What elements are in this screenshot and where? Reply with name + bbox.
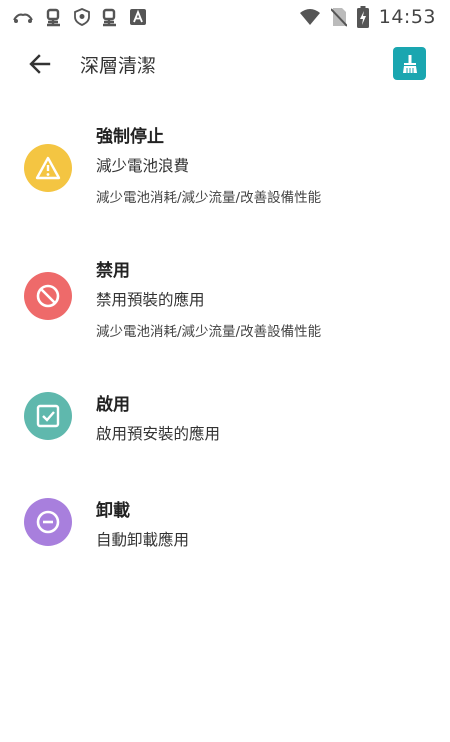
list-item-force-stop[interactable]: 強制停止 減少電池浪費 減少電池消耗/減少流量/改善設備性能: [0, 112, 450, 232]
item-icon-circle: [24, 392, 72, 440]
item-description: 減少電池消耗/減少流量/改善設備性能: [96, 190, 322, 206]
warning-triangle-icon: [35, 156, 61, 180]
item-subtitle: 禁用預裝的應用: [96, 291, 205, 309]
item-title: 強制停止: [96, 127, 164, 147]
status-bar: 14:53: [0, 0, 450, 34]
minus-circle-icon: [36, 510, 60, 534]
app-bar: 深層清潔: [0, 34, 450, 94]
item-title: 卸載: [96, 501, 130, 521]
shield-icon: [74, 8, 90, 26]
item-title: 啟用: [96, 395, 130, 415]
item-subtitle: 減少電池浪費: [96, 157, 190, 175]
list-item-disable[interactable]: 禁用 禁用預裝的應用 減少電池消耗/減少流量/改善設備性能: [0, 248, 450, 368]
keyboard-a-icon: [130, 9, 146, 25]
item-title: 禁用: [96, 261, 130, 281]
broom-clean-icon: [402, 54, 417, 73]
bug-icon: [44, 7, 64, 27]
item-icon-circle: [24, 144, 72, 192]
item-description: 減少電池消耗/減少流量/改善設備性能: [96, 324, 322, 340]
item-subtitle: 啟用預安裝的應用: [96, 425, 221, 443]
item-icon-circle: [24, 272, 72, 320]
list-item-enable[interactable]: 啟用 啟用預安裝的應用: [0, 384, 450, 474]
wifi-icon: [299, 8, 321, 26]
bug-icon: [100, 7, 120, 27]
status-bar-left: [12, 7, 146, 27]
no-sim-icon: [330, 7, 347, 27]
list-item-uninstall[interactable]: 卸載 自動卸載應用: [0, 490, 450, 580]
item-subtitle: 自動卸載應用: [96, 531, 190, 549]
status-bar-right: 14:53: [299, 6, 436, 28]
battery-charging-icon: [356, 6, 369, 28]
item-icon-circle: [24, 498, 72, 546]
status-time: 14:53: [378, 6, 436, 28]
checkbox-checked-icon: [36, 404, 60, 428]
arrow-left-icon: [29, 54, 51, 74]
clean-action-button[interactable]: [393, 47, 426, 80]
back-button[interactable]: [24, 48, 56, 80]
page-title: 深層清潔: [80, 55, 157, 77]
prohibited-icon: [36, 284, 60, 308]
cloud-sync-icon: [12, 9, 34, 25]
